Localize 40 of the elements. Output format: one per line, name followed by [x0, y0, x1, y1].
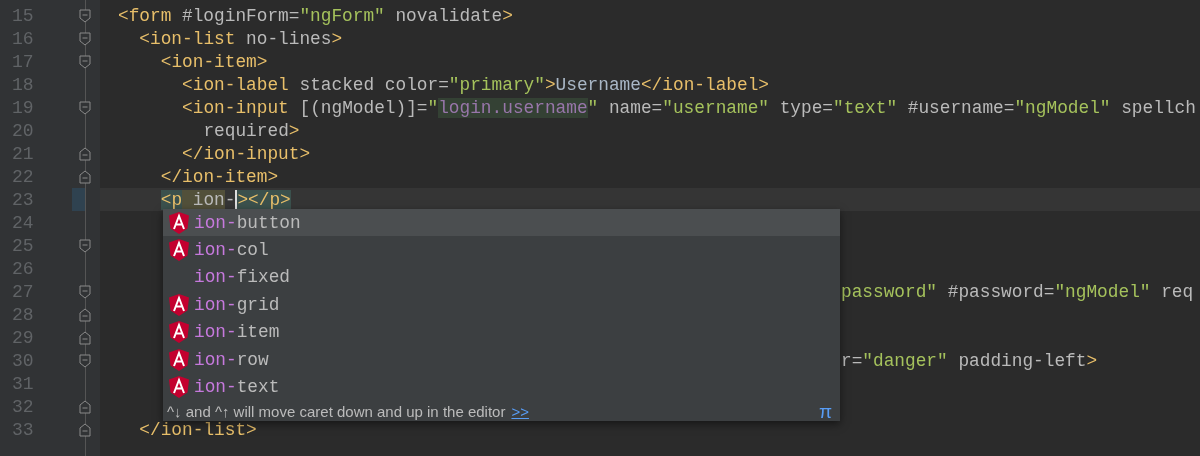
- unfold-icon[interactable]: [79, 307, 91, 322]
- shield-icon: [169, 321, 189, 344]
- completion-item[interactable]: ion-fixed: [163, 263, 840, 292]
- code-line: r="danger" padding-left>: [841, 350, 1098, 371]
- shield-icon: [169, 376, 189, 399]
- hint-text: ^↓ and ^↑ will move caret down and up in the editor: [167, 403, 506, 421]
- code-line: <ion-item>: [160, 51, 268, 72]
- code-line: <form #loginForm="ngForm" novalidate>: [118, 5, 513, 26]
- code-line: <ion-input [(ngModel)]="login.username" name="username" type="text" #username="ngModel" spellch: [182, 97, 1196, 118]
- shield-icon: [169, 348, 189, 371]
- completion-item[interactable]: ion-button: [163, 209, 840, 237]
- code-line: <ion-list no-lines>: [139, 28, 343, 49]
- completion-item[interactable]: ion-text: [163, 373, 840, 401]
- code-line: </ion-list>: [139, 419, 257, 440]
- code-line: password" #password="ngModel" req: [841, 281, 1194, 302]
- completion-item[interactable]: ion-item: [163, 318, 840, 346]
- more-link[interactable]: >>: [511, 403, 529, 421]
- completion-item[interactable]: ion-col: [163, 236, 840, 264]
- fold-icon[interactable]: [79, 284, 91, 299]
- shield-icon: [169, 211, 189, 234]
- code-line: </ion-input>: [182, 143, 311, 164]
- pi-button[interactable]: π: [818, 400, 832, 423]
- fold-icon[interactable]: [79, 8, 91, 23]
- completion-item[interactable]: ion-row: [163, 345, 840, 374]
- unfold-icon[interactable]: [79, 169, 91, 184]
- code-line: <ion-label stacked color="primary">Username</ion-label>: [182, 74, 769, 95]
- code-line: required>: [203, 120, 300, 141]
- unfold-icon[interactable]: [79, 399, 91, 414]
- shield-icon: [169, 293, 189, 316]
- shield-icon: [169, 239, 189, 262]
- unfold-icon[interactable]: [79, 422, 91, 437]
- fold-icon[interactable]: [79, 238, 91, 253]
- fold-icon[interactable]: [79, 31, 91, 46]
- fold-icon[interactable]: [79, 100, 91, 115]
- completion-item[interactable]: ion-grid: [163, 291, 840, 319]
- unfold-icon[interactable]: [79, 330, 91, 345]
- unfold-icon[interactable]: [79, 146, 91, 161]
- fold-icon[interactable]: [79, 54, 91, 69]
- fold-icon[interactable]: [79, 353, 91, 368]
- code-line: </ion-item>: [160, 166, 279, 187]
